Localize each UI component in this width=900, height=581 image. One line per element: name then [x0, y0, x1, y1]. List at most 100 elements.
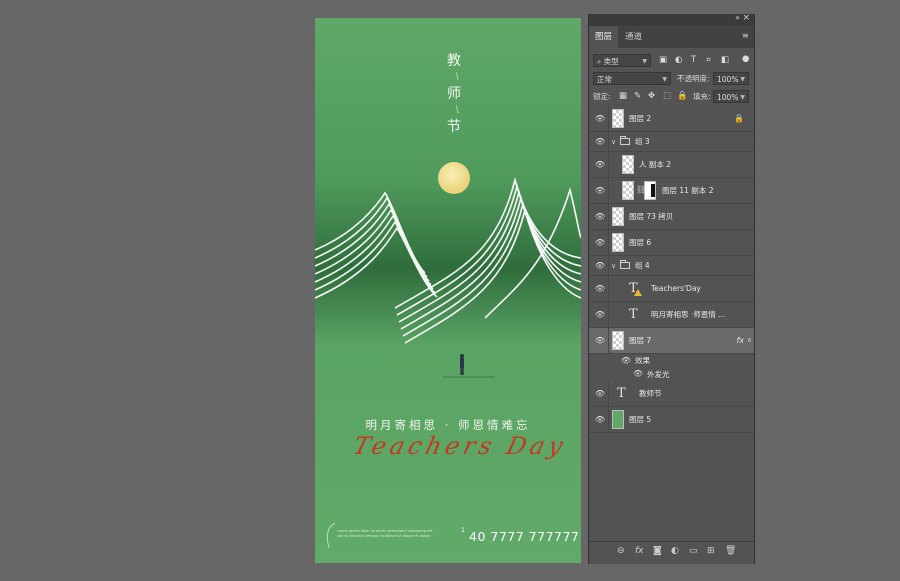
layer-name: 明月寄相思 ·师恩情 ... — [651, 310, 726, 319]
layer-row[interactable]: 👁 图层 6 — [589, 230, 754, 256]
warning-icon — [634, 289, 642, 296]
blend-mode-select[interactable]: 正常 ▼ — [593, 72, 671, 85]
layer-name: 教师节 — [639, 389, 662, 398]
phone-prefix: 1 — [461, 527, 465, 534]
layer-row[interactable]: 👁 图层 2 🔒 — [589, 106, 754, 132]
layer-row[interactable]: 👁 T Teachers'Day — [589, 276, 754, 302]
lock-paint-icon[interactable]: ✎ — [634, 90, 641, 103]
eye-icon[interactable]: 👁 — [593, 336, 607, 345]
filter-kind-select[interactable]: ⌕ 类型 ▼ — [593, 54, 651, 67]
effect-item-row[interactable]: 👁 外发光 — [589, 367, 754, 381]
effect-name: 外发光 — [647, 369, 670, 379]
eye-icon[interactable]: 👁 — [593, 310, 607, 319]
link-layers-icon[interactable]: ⊖ — [617, 546, 625, 556]
filter-type-icon[interactable]: T — [691, 54, 696, 67]
eye-icon[interactable]: 👁 — [619, 356, 633, 365]
type-layer-icon: T — [617, 386, 626, 401]
fill-input[interactable]: 100% ▼ — [713, 90, 749, 103]
column-divider — [608, 328, 609, 353]
column-divider — [608, 106, 609, 131]
lock-artboard-icon[interactable]: ⬚ — [663, 90, 671, 103]
group-row[interactable]: 👁 ∨ 组 4 — [589, 256, 754, 276]
trash-icon[interactable]: 🗑 — [725, 546, 736, 556]
opacity-input[interactable]: 100% ▼ — [713, 72, 749, 85]
eye-icon[interactable]: 👁 — [593, 114, 607, 123]
layer-thumbnail — [622, 155, 634, 174]
panel-titlebar: » × — [589, 13, 754, 26]
tab-channels[interactable]: 通道 — [619, 26, 648, 48]
layer-thumbnail — [612, 331, 624, 350]
column-divider — [608, 407, 609, 432]
add-mask-icon[interactable]: ◙ — [653, 546, 662, 556]
group-row[interactable]: 👁 ∨ 组 3 — [589, 132, 754, 152]
layer-effects-badge[interactable]: fx — [736, 336, 744, 345]
chevron-down-icon[interactable]: ∨ — [611, 138, 616, 146]
tab-layers[interactable]: 图层 — [589, 26, 619, 48]
layer-row[interactable]: 👁 人 副本 2 — [589, 152, 754, 178]
eye-icon[interactable]: 👁 — [593, 238, 607, 247]
add-style-icon[interactable]: fx — [635, 546, 644, 556]
eye-icon[interactable]: 👁 — [593, 284, 607, 293]
layer-thumbnail — [612, 233, 624, 252]
filter-shape-icon[interactable]: ⌗ — [706, 54, 711, 67]
panel-menu-icon[interactable]: ≡ — [742, 32, 750, 40]
blend-mode-value: 正常 — [597, 75, 612, 84]
eye-icon[interactable]: 👁 — [631, 370, 645, 378]
layer-row-selected[interactable]: 👁 图层 7 fx ∧ — [589, 328, 754, 354]
column-divider — [608, 132, 609, 151]
layer-row[interactable]: 👁 图层 5 — [589, 407, 754, 433]
lock-row: 锁定: ▦ ✎ ✥ ⬚ 🔒 填充: 100% ▼ — [589, 88, 754, 106]
eye-icon[interactable]: 👁 — [593, 212, 607, 221]
layer-mask-thumbnail[interactable] — [644, 181, 656, 200]
type-layer-icon: T — [629, 307, 638, 322]
filter-adjustment-icon[interactable]: ◐ — [675, 54, 682, 67]
close-icon[interactable]: × — [742, 13, 750, 23]
title-char: 师 — [447, 86, 461, 102]
chevron-down-icon[interactable]: ∨ — [611, 262, 616, 270]
column-divider — [608, 276, 609, 301]
column-divider — [608, 256, 609, 275]
eye-icon[interactable]: 👁 — [593, 261, 607, 270]
title-char: 教 — [447, 53, 461, 69]
filter-toggle-icon[interactable]: ● — [742, 53, 749, 66]
column-divider — [608, 152, 609, 177]
chevron-up-icon[interactable]: ∧ — [747, 336, 752, 344]
new-layer-icon[interactable]: ⊞ — [707, 546, 715, 556]
group-name: 组 4 — [635, 261, 650, 270]
panel-tabs: 图层 通道 ≡ — [589, 26, 754, 48]
eye-icon[interactable]: 👁 — [593, 186, 607, 195]
layer-name: 图层 11 副本 2 — [662, 186, 714, 195]
layer-thumbnail — [612, 410, 624, 429]
eye-icon[interactable]: 👁 — [593, 389, 607, 398]
filter-pixel-icon[interactable]: ▣ — [659, 54, 667, 67]
layer-row[interactable]: 👁 ⛓ 图层 11 副本 2 — [589, 178, 754, 204]
lock-all-icon[interactable]: 🔒 — [677, 90, 688, 103]
fine-print: Lorem ipsum dolor sit amet consectetur a… — [337, 529, 449, 539]
fill-label: 填充: — [693, 92, 711, 101]
chevron-down-icon: ▼ — [642, 58, 647, 65]
layer-thumbnail — [622, 181, 634, 200]
layer-row[interactable]: 👁 T 教师节 — [589, 381, 754, 407]
group-name: 组 3 — [635, 137, 650, 146]
filter-kind-label: 类型 — [603, 57, 619, 66]
eye-icon[interactable]: 👁 — [593, 137, 607, 146]
effects-row[interactable]: 👁 效果 — [589, 354, 754, 367]
new-group-icon[interactable]: ▭ — [689, 546, 698, 556]
lock-position-icon[interactable]: ✥ — [648, 90, 655, 103]
filter-smart-object-icon[interactable]: ◧ — [721, 54, 729, 67]
eye-icon[interactable]: 👁 — [593, 160, 607, 169]
layer-name: Teachers'Day — [651, 284, 701, 293]
script-title: Teachers Day — [350, 432, 570, 460]
adjustment-icon[interactable]: ◐ — [671, 546, 679, 556]
layer-row[interactable]: 👁 T 明月寄相思 ·师恩情 ... — [589, 302, 754, 328]
lock-transparent-icon[interactable]: ▦ — [619, 90, 627, 103]
panel-footer: ⊖ fx ◙ ◐ ▭ ⊞ 🗑 — [589, 541, 754, 564]
layer-row[interactable]: 👁 图层 73 拷贝 — [589, 204, 754, 230]
layer-name: 人 副本 2 — [639, 160, 672, 169]
chevron-down-icon: ▼ — [740, 94, 745, 101]
collapse-icon[interactable]: » — [735, 13, 740, 22]
poster-artboard[interactable]: 教 / 师 / 节 明月寄相思 · 师恩情难忘 Teachers Day Lor… — [315, 18, 581, 563]
lock-icon: 🔒 — [734, 113, 744, 123]
vertical-title: 教 / 师 / 节 — [447, 53, 462, 134]
eye-icon[interactable]: 👁 — [593, 415, 607, 424]
